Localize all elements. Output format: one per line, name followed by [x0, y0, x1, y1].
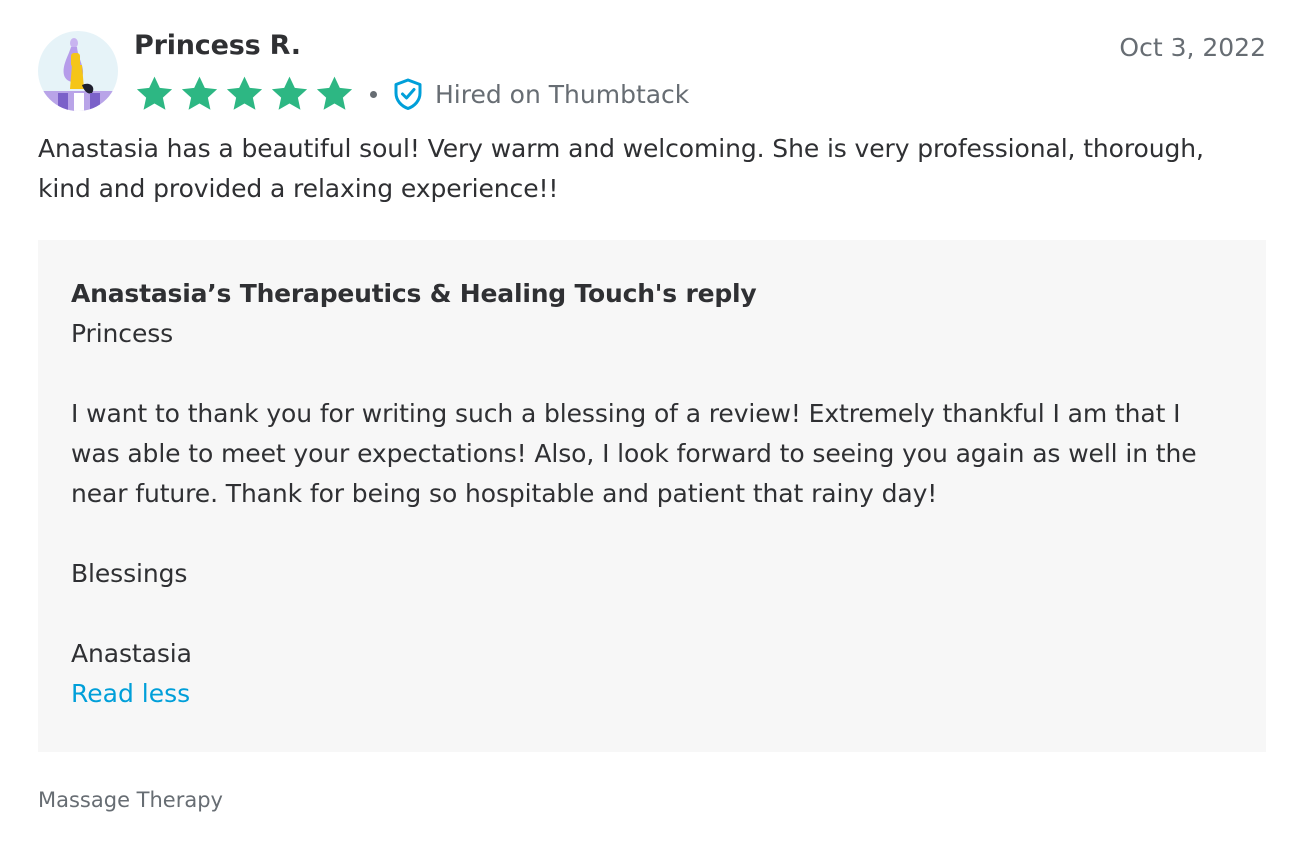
reviewer-name: Princess R.: [134, 30, 301, 61]
star-icon: [136, 76, 173, 110]
user-avatar-illustration: [38, 31, 118, 111]
reply-body: I want to thank you for writing such a b…: [71, 399, 1197, 508]
pro-reply: Anastasia’s Therapeutics & Healing Touch…: [38, 240, 1266, 752]
reply-closing: Blessings: [71, 559, 188, 588]
star-icon: [226, 76, 263, 110]
service-category: Massage Therapy: [38, 788, 223, 812]
star-icon: [316, 76, 353, 110]
separator-dot: [370, 90, 377, 98]
reply-signature: Anastasia: [71, 639, 192, 668]
star-icon: [181, 76, 218, 110]
review-date: Oct 3, 2022: [1119, 33, 1266, 62]
reply-title: Anastasia’s Therapeutics & Healing Touch…: [71, 279, 757, 308]
star-icon: [271, 76, 308, 110]
reply-greeting: Princess: [71, 319, 174, 348]
star-rating: [134, 74, 355, 115]
hired-on-thumbtack-label: Hired on Thumbtack: [435, 79, 690, 109]
rating-row: Hired on Thumbtack: [134, 73, 689, 115]
read-less-link[interactable]: Read less: [71, 674, 190, 714]
review-text: Anastasia has a beautiful soul! Very war…: [38, 134, 1204, 203]
shield-check-icon: [394, 78, 422, 110]
reviewer-avatar: [38, 31, 118, 111]
